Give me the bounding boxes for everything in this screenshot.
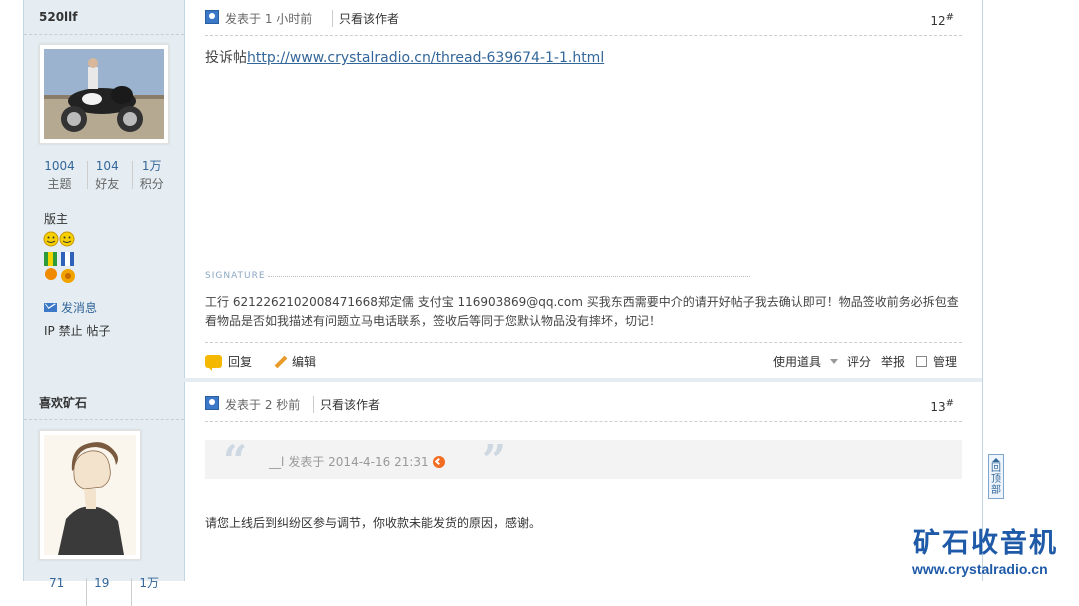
online-status-icon (205, 396, 219, 410)
pencil-icon (272, 355, 286, 369)
post-message: 投诉帖http://www.crystalradio.cn/thread-639… (205, 47, 604, 67)
quote-meta: __l 发表于 2014-4-16 21:31 (269, 453, 445, 470)
user-role[interactable]: 版主 (44, 210, 68, 227)
use-tools-dropdown[interactable]: 使用道具 (773, 353, 839, 370)
author-name[interactable]: 喜欢矿石 (39, 394, 87, 411)
ban-link[interactable]: 禁止 (59, 324, 83, 338)
quote-author[interactable]: __l (269, 455, 284, 469)
divider (24, 34, 184, 35)
post-header: 发表于 1 小时前 只看该作者 12# (205, 8, 962, 36)
stat-friends[interactable]: 104 好友 (87, 157, 127, 193)
stat-friends[interactable]: 19 (86, 574, 117, 606)
author-sidebar: 喜欢矿石 71 19 1万 (24, 382, 185, 606)
quote-block: “ __l 发表于 2014-4-16 21:31 ” (205, 436, 962, 485)
mail-icon (44, 303, 57, 312)
send-message-link[interactable]: 发消息 (44, 299, 97, 316)
edit-button[interactable]: 编辑 (272, 353, 316, 370)
back-to-top-label: 回顶部 (991, 463, 1001, 496)
avatar-image (44, 435, 136, 555)
thread-link[interactable]: http://www.crystalradio.cn/thread-639674… (247, 50, 604, 66)
post-time: 发表于 1 小时前 (225, 12, 313, 26)
author-name[interactable]: 520llf (39, 10, 78, 24)
medal-icons (43, 231, 75, 283)
post-actions: 回复 编辑 使用道具 评分 举报 管理 (205, 342, 962, 379)
online-status-icon (205, 10, 219, 24)
floor-number[interactable]: 13# (930, 398, 954, 414)
reply-icon (205, 355, 222, 371)
post-message: 请您上线后到纠纷区参与调节，你收款未能发货的原因，感谢。 (205, 516, 542, 530)
post-time: 发表于 2 秒前 (225, 398, 301, 412)
signature-divider (268, 276, 750, 277)
stat-points[interactable]: 1万 积分 (131, 157, 172, 193)
jump-to-post-icon[interactable] (432, 455, 445, 468)
report-link[interactable]: 举报 (881, 353, 905, 370)
rate-link[interactable]: 评分 (847, 353, 871, 370)
post-content: 发表于 2 秒前 只看该作者 13# “ __l 发表于 2014-4-16 2… (205, 382, 962, 581)
post-12: 520llf 1004 主题 104 好友 1万 积分 版主 发消息 IP 禁止… (24, 0, 982, 378)
manage-checkbox[interactable]: 管理 (916, 353, 957, 370)
watermark-url: www.crystalradio.cn (912, 561, 1048, 577)
arrow-up-icon (992, 458, 1000, 462)
avatar[interactable] (39, 430, 141, 560)
reply-button[interactable]: 回复 (205, 353, 252, 371)
back-to-top-button[interactable]: 回顶部 (988, 454, 1004, 499)
author-sidebar: 520llf 1004 主题 104 好友 1万 积分 版主 发消息 IP 禁止… (24, 0, 185, 378)
only-author-link[interactable]: 只看该作者 (313, 396, 380, 413)
author-stats: 71 19 1万 (34, 574, 174, 606)
stat-topics[interactable]: 1004 主题 (36, 157, 83, 193)
mod-links: IP 禁止 帖子 (44, 322, 110, 339)
quote-open-icon: “ (223, 436, 248, 485)
post-header: 发表于 2 秒前 只看该作者 13# (205, 394, 962, 422)
watermark-title: 矿石收音机 (913, 528, 1058, 559)
signature-text: 工行 6212262102008471668郑定儒 支付宝 116903869@… (205, 295, 959, 328)
quote-time: 发表于 2014-4-16 21:31 (288, 455, 429, 469)
message-text: 投诉帖 (205, 50, 247, 66)
checkbox[interactable] (916, 356, 927, 367)
posts-link[interactable]: 帖子 (86, 324, 110, 338)
quote-close-icon: ” (482, 436, 507, 485)
signature-label: SIGNATURE (205, 271, 266, 281)
stat-points[interactable]: 1万 (131, 574, 167, 606)
ip-link[interactable]: IP (44, 324, 55, 338)
right-frame-border (982, 0, 983, 581)
floor-number[interactable]: 12# (930, 12, 954, 28)
post-content: 发表于 1 小时前 只看该作者 12# 投诉帖http://www.crysta… (205, 0, 962, 378)
divider (24, 419, 184, 420)
stat-topics[interactable]: 71 (41, 574, 72, 592)
chevron-down-icon (830, 359, 839, 364)
post-13: 喜欢矿石 71 19 1万 发表于 2 秒前 只看该作者 13# “ __l 发… (24, 382, 982, 606)
author-stats: 1004 主题 104 好友 1万 积分 (34, 157, 174, 193)
avatar[interactable] (39, 44, 169, 144)
only-author-link[interactable]: 只看该作者 (332, 10, 399, 27)
avatar-image (44, 49, 164, 139)
